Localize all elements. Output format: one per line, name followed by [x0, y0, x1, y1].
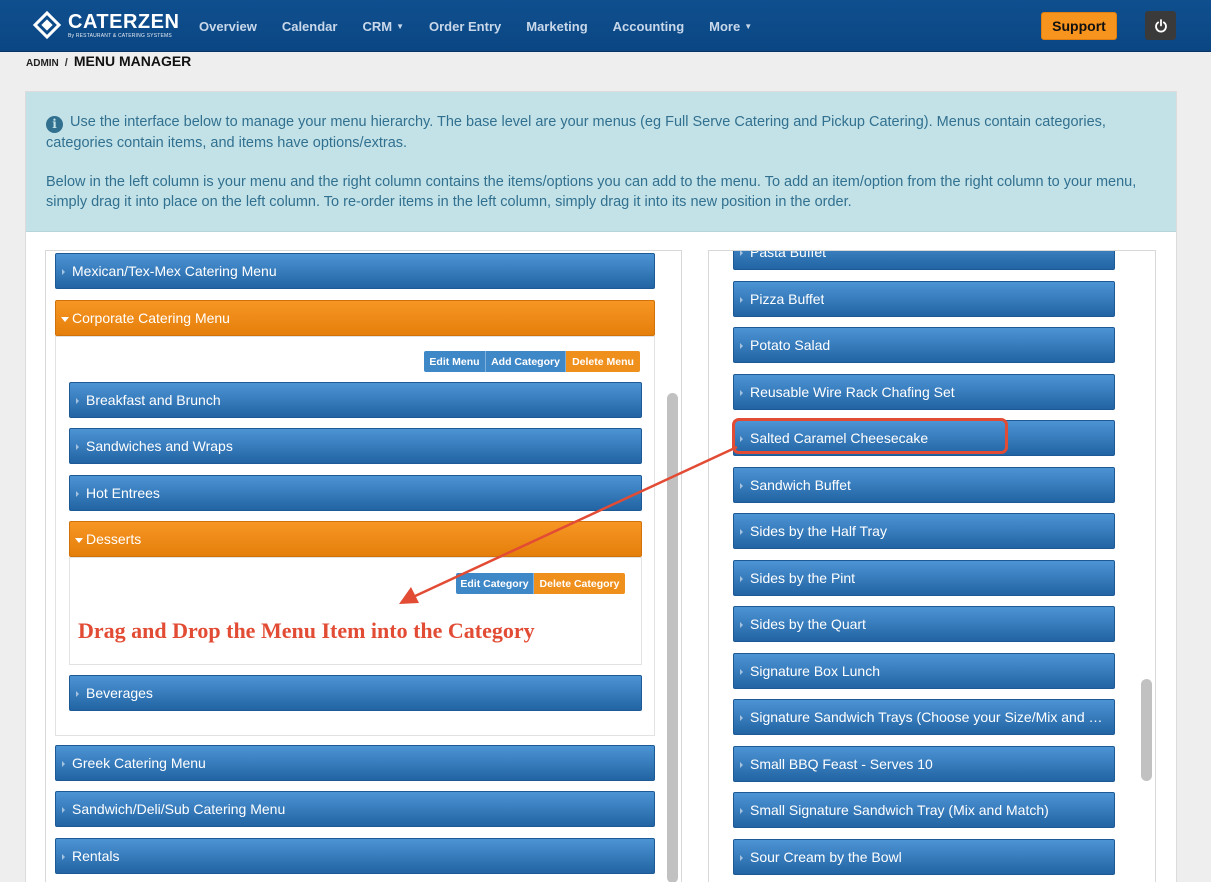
top-navbar: CATERZEN By RESTAURANT & CATERING SYSTEM… [0, 0, 1211, 52]
category-bar-breakfast[interactable]: Breakfast and Brunch [69, 382, 642, 418]
item-bar[interactable]: Reusable Wire Rack Chafing Set [733, 373, 1115, 410]
power-icon [1154, 18, 1167, 32]
nav-calendar[interactable]: Calendar [282, 19, 338, 34]
item-label: Sides by the Pint [750, 569, 856, 586]
menu-tree-panel: Mexican/Tex-Mex Catering Menu Corporate … [45, 250, 682, 882]
item-label: Reusable Wire Rack Chafing Set [750, 383, 955, 400]
menu-label: Rentals [72, 848, 120, 864]
item-label: Potato Salad [750, 337, 831, 353]
item-list-panel: Sour Cream by the Bowl Small Signature Sa… [708, 250, 1156, 882]
info-paragraph-2: Below in the left column is your menu an… [46, 174, 1137, 210]
info-icon: i [46, 116, 63, 133]
item-bar[interactable]: Sides by the Half Tray [733, 513, 1115, 549]
nav-label: Order Entry [429, 18, 502, 34]
main-nav: Overview Calendar CRM ▼ Order Entry Marketing… [199, 0, 777, 52]
nav-label: Accounting [612, 18, 685, 34]
item-bar[interactable]: Pizza Buffet [733, 280, 1115, 317]
item-label: Pasta Buffet [750, 250, 827, 260]
caterzen-logo[interactable]: CATERZEN By RESTAURANT & CATERING SYSTEM… [32, 10, 179, 40]
item-bar[interactable]: Sour Cream by the Bowl [733, 838, 1115, 875]
nav-label: Marketing [526, 18, 588, 34]
item-label: Small BBQ Feast - Serves 10 [750, 755, 933, 772]
left-scrollbar[interactable] [667, 393, 678, 882]
caret-down-icon [61, 317, 69, 322]
info-paragraph-1: Use the interface below to manage your m… [46, 114, 1106, 151]
item-bar[interactable]: Sandwich Buffet [733, 466, 1115, 503]
category-bar-desserts[interactable]: Desserts [69, 521, 642, 557]
menu-label: Mexican/Tex-Mex Catering Menu [72, 263, 277, 279]
item-bar[interactable]: Small Signature Sandwich Tray (Mix and M… [733, 792, 1115, 828]
category-label: Beverages [86, 685, 153, 701]
caret-down-icon [75, 538, 83, 543]
nav-label: More [709, 18, 741, 34]
category-bar-hot-entrees[interactable]: Hot Entrees [69, 475, 642, 511]
breadcrumb-admin[interactable]: ADMIN [26, 58, 59, 69]
item-bar[interactable]: Signature Sandwich Trays (Choose your Si… [733, 699, 1115, 735]
logo-subtitle: By RESTAURANT & CATERING SYSTEMS [68, 32, 172, 39]
item-bar[interactable]: Salted Caramel Cheesecake [733, 420, 1115, 456]
item-label: Sandwich Buffet [750, 476, 851, 493]
item-label: Sides by the Half Tray [750, 523, 887, 539]
category-label: Hot Entrees [86, 485, 160, 501]
add-category-button[interactable]: Add Category [486, 351, 566, 372]
nav-label: Overview [199, 18, 257, 34]
caterzen-logo-icon [32, 10, 62, 40]
item-bar[interactable]: Small BBQ Feast - Serves 10 [733, 745, 1115, 782]
nav-crm[interactable]: CRM ▼ [362, 19, 404, 34]
menu-label: Greek Catering Menu [72, 755, 206, 771]
item-label: Small Signature Sandwich Tray (Mix and M… [750, 802, 1049, 818]
nav-more[interactable]: More ▼ [709, 19, 752, 34]
item-label: Signature Sandwich Trays (Choose your Si… [750, 709, 1114, 725]
menu-bar-greek[interactable]: Greek Catering Menu [55, 745, 655, 781]
item-bar[interactable]: Sides by the Quart [733, 606, 1115, 642]
caret-down-icon: ▼ [396, 21, 404, 31]
menu-label: Sandwich/Deli/Sub Catering Menu [72, 801, 286, 817]
category-label: Breakfast and Brunch [86, 392, 221, 408]
item-label: Sides by the Quart [750, 616, 866, 632]
item-label: Salted Caramel Cheesecake [750, 430, 929, 446]
support-button[interactable]: Support [1041, 12, 1117, 40]
menu-button-group: Edit Menu Add Category Delete Menu [424, 351, 640, 372]
nav-overview[interactable]: Overview [199, 19, 257, 34]
item-label: Signature Box Lunch [750, 662, 880, 679]
breadcrumb-separator: / [64, 57, 68, 69]
category-bar-sandwiches[interactable]: Sandwiches and Wraps [69, 428, 642, 464]
delete-category-button[interactable]: Delete Category [534, 573, 625, 594]
item-bar[interactable]: Pasta Buffet [733, 250, 1115, 270]
caret-down-icon: ▼ [744, 21, 753, 31]
info-alert: i Use the interface below to manage your … [26, 92, 1176, 232]
menu-label: Corporate Catering Menu [72, 310, 230, 326]
edit-menu-button[interactable]: Edit Menu [424, 351, 486, 372]
item-bar[interactable]: Signature Box Lunch [733, 652, 1115, 689]
nav-label: CRM [362, 18, 393, 34]
category-label: Desserts [86, 531, 142, 547]
menu-bar-rentals[interactable]: Rentals [55, 838, 655, 874]
menu-bar-mexican[interactable]: Mexican/Tex-Mex Catering Menu [55, 253, 655, 289]
category-bar-beverages[interactable]: Beverages [69, 675, 642, 711]
logout-button[interactable] [1145, 11, 1176, 40]
category-button-group: Edit Category Delete Category [456, 573, 625, 594]
edit-category-button[interactable]: Edit Category [456, 573, 534, 594]
nav-order-entry[interactable]: Order Entry [429, 19, 501, 34]
category-label: Sandwiches and Wraps [86, 438, 233, 454]
page-title: MENU MANAGER [73, 53, 192, 69]
nav-label: Calendar [281, 18, 338, 34]
item-bar[interactable]: Potato Salad [733, 327, 1115, 363]
breadcrumb: ADMIN / MENU MANAGER [26, 53, 191, 69]
item-bar[interactable]: Sides by the Pint [733, 559, 1115, 596]
delete-menu-button[interactable]: Delete Menu [566, 351, 640, 372]
nav-marketing[interactable]: Marketing [526, 19, 587, 34]
item-label: Pizza Buffet [750, 290, 825, 307]
drag-instruction: Drag and Drop the Menu Item into the Cat… [78, 618, 535, 643]
right-scrollbar[interactable] [1141, 679, 1152, 781]
menu-bar-sandwich-deli[interactable]: Sandwich/Deli/Sub Catering Menu [55, 791, 655, 827]
logo-name: CATERZEN [68, 10, 180, 33]
nav-accounting[interactable]: Accounting [613, 19, 685, 34]
item-label: Sour Cream by the Bowl [750, 848, 902, 865]
menu-bar-corporate[interactable]: Corporate Catering Menu [55, 300, 655, 336]
